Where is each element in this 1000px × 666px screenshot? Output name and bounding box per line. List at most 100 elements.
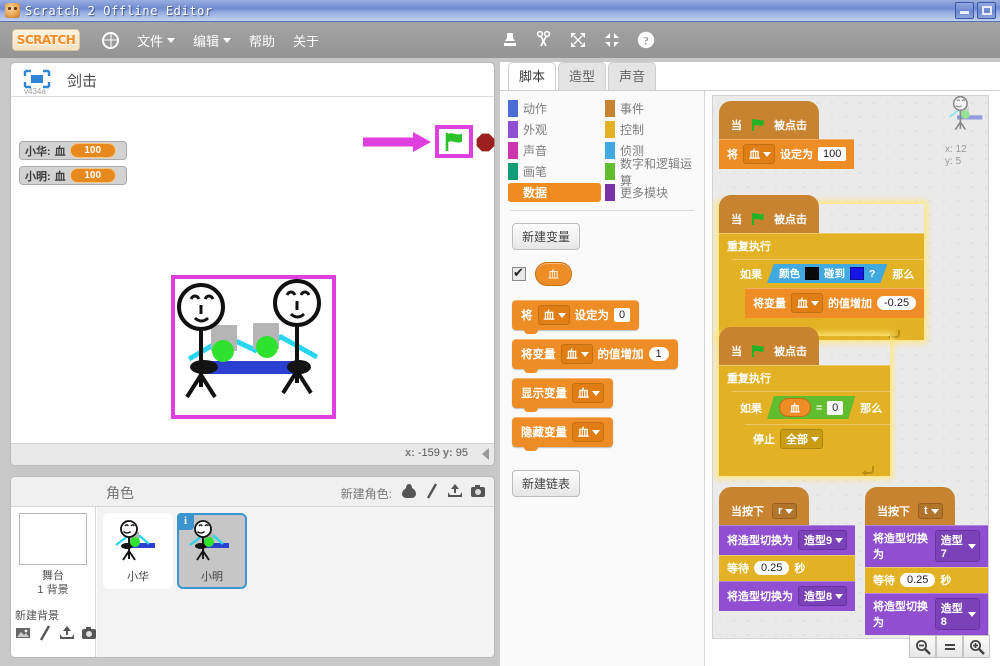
choose-backdrop-icon[interactable]	[15, 625, 31, 641]
camera-sprite-icon[interactable]	[470, 483, 486, 499]
stage-thumbnail[interactable]	[19, 513, 87, 565]
category-motion[interactable]: 动作	[508, 99, 601, 118]
maximize-button[interactable]	[977, 2, 996, 19]
variable-dropdown[interactable]: 血	[572, 422, 604, 442]
green-flag-icon[interactable]	[443, 132, 465, 152]
new-variable-button[interactable]: 新建变量	[512, 223, 581, 250]
forever-block[interactable]: 重复执行 如果 颜色 碰到 ? 那么 将变量 血 的值增加 -0.25	[719, 233, 925, 340]
tab-sounds[interactable]: 声音	[608, 62, 656, 90]
script-game-over[interactable]: 当 被点击 重复执行 如果 血 = 0 那么 停止 全部	[719, 327, 891, 476]
when-flag-clicked-hat[interactable]: 当 被点击	[719, 195, 819, 233]
costume-dropdown[interactable]: 造型9	[798, 530, 848, 550]
value-input[interactable]: 1	[648, 347, 669, 361]
if-block[interactable]: 如果 颜色 碰到 ? 那么 将变量 血 的值增加 -0.25	[732, 259, 925, 329]
value-input[interactable]: 100	[818, 147, 847, 161]
variable-dropdown[interactable]: 血	[743, 144, 775, 164]
value-input[interactable]: 0	[614, 308, 631, 322]
block-show-variable[interactable]: 显示变量 血	[512, 378, 613, 412]
if-block[interactable]: 如果 血 = 0 那么 停止 全部	[732, 391, 891, 465]
color-swatch-a[interactable]	[805, 267, 819, 280]
category-more-blocks[interactable]: 更多模块	[605, 183, 698, 202]
variable-reporter[interactable]: 血	[779, 398, 811, 417]
change-variable-block[interactable]: 将变量 血 的值增加 -0.25	[745, 288, 925, 318]
stop-sign-icon[interactable]	[476, 133, 495, 152]
block-set-variable[interactable]: 将 血 设定为 0	[512, 300, 640, 334]
menu-file[interactable]: 文件	[137, 31, 176, 50]
switch-costume-block[interactable]: 将造型切换为 造型8	[865, 593, 988, 635]
variable-reporter-血[interactable]: 血	[535, 262, 572, 286]
value-input[interactable]: 0.25	[754, 561, 790, 575]
key-dropdown[interactable]: r	[772, 503, 798, 519]
new-list-button[interactable]: 新建链表	[512, 470, 581, 497]
block-change-variable[interactable]: 将变量 血 的值增加 1	[512, 339, 678, 373]
tab-costumes[interactable]: 造型	[558, 62, 606, 90]
globe-icon[interactable]	[102, 31, 119, 49]
menu-help[interactable]: 帮助	[249, 31, 275, 50]
when-flag-clicked-hat[interactable]: 当 被点击	[719, 101, 819, 139]
stamp-icon[interactable]	[500, 30, 520, 50]
category-data[interactable]: 数据	[508, 183, 601, 202]
help-icon[interactable]: ?	[636, 30, 656, 50]
set-variable-block[interactable]: 将 血 设定为 100	[719, 139, 855, 169]
variable-dropdown[interactable]: 血	[537, 305, 570, 325]
zoom-reset-icon[interactable]	[936, 635, 963, 658]
wait-block[interactable]: 等待 0.25 秒	[719, 555, 856, 581]
switch-costume-block[interactable]: 将造型切换为 造型8	[719, 581, 856, 611]
grow-icon[interactable]	[568, 30, 588, 50]
color-touching-color-block[interactable]: 颜色 碰到 ?	[767, 264, 887, 283]
script-color-damage[interactable]: 当 被点击 重复执行 如果 颜色 碰到 ? 那么 将变量 血 的值增加 -0.2…	[719, 195, 925, 340]
script-key-t[interactable]: 当按下 t 将造型切换为 造型7 等待 0.25 秒 将造型切换为 造型8	[865, 487, 988, 635]
upload-backdrop-icon[interactable]	[59, 625, 75, 641]
script-set-health[interactable]: 当 被点击 将 血 设定为 100	[719, 101, 855, 169]
value-input[interactable]: -0.25	[877, 296, 917, 310]
minimize-button[interactable]	[955, 2, 974, 19]
tab-scripts[interactable]: 脚本	[508, 62, 556, 90]
paint-backdrop-icon[interactable]	[37, 625, 53, 641]
category-looks[interactable]: 外观	[508, 120, 601, 139]
script-key-r[interactable]: 当按下 r 将造型切换为 造型9 等待 0.25 秒 将造型切换为 造型8	[719, 487, 856, 611]
category-operators[interactable]: 数字和逻辑运算	[605, 157, 698, 188]
zoom-in-icon[interactable]	[963, 635, 990, 658]
variable-dropdown[interactable]: 血	[791, 293, 823, 313]
category-control[interactable]: 控制	[605, 120, 698, 139]
key-dropdown[interactable]: t	[918, 503, 943, 519]
presentation-mode-icon[interactable]	[23, 69, 51, 89]
scissors-icon[interactable]	[534, 30, 554, 50]
shrink-icon[interactable]	[602, 30, 622, 50]
stop-target-dropdown[interactable]: 全部	[780, 429, 823, 449]
when-key-pressed-hat[interactable]: 当按下 t	[865, 487, 955, 525]
collapse-panel-icon[interactable]	[482, 448, 489, 460]
category-events[interactable]: 事件	[605, 99, 698, 118]
costume-dropdown[interactable]: 造型8	[934, 598, 980, 630]
switch-costume-block[interactable]: 将造型切换为 造型7	[865, 525, 988, 567]
forever-block[interactable]: 重复执行 如果 血 = 0 那么 停止 全部	[719, 365, 891, 476]
camera-backdrop-icon[interactable]	[81, 625, 97, 641]
scripts-canvas[interactable]: 当 被点击 将 血 设定为 100 当 被点击 重复执行 如果 颜色 碰到 ? …	[712, 95, 989, 639]
costume-dropdown[interactable]: 造型7	[934, 530, 980, 562]
sprite-card-xiaoming[interactable]: i 小明	[177, 513, 247, 589]
variable-visibility-checkbox[interactable]	[512, 265, 526, 281]
upload-sprite-icon[interactable]	[447, 483, 463, 499]
variable-dropdown[interactable]: 血	[560, 344, 593, 364]
equals-operator-block[interactable]: 血 = 0	[767, 396, 855, 419]
menu-edit[interactable]: 编辑	[193, 31, 232, 50]
wait-block[interactable]: 等待 0.25 秒	[865, 567, 988, 593]
switch-costume-block[interactable]: 将造型切换为 造型9	[719, 525, 856, 555]
paint-sprite-icon[interactable]	[424, 483, 440, 499]
value-input[interactable]: 0	[827, 401, 843, 415]
when-flag-clicked-hat[interactable]: 当 被点击	[719, 327, 819, 365]
costume-dropdown[interactable]: 造型8	[798, 586, 848, 606]
color-swatch-b[interactable]	[850, 267, 864, 280]
zoom-out-icon[interactable]	[909, 635, 936, 658]
stop-block[interactable]: 停止 全部	[745, 424, 891, 454]
when-key-pressed-hat[interactable]: 当按下 r	[719, 487, 810, 525]
category-pen[interactable]: 画笔	[508, 162, 601, 181]
choose-sprite-icon[interactable]	[401, 483, 417, 499]
value-input[interactable]: 0.25	[900, 573, 936, 587]
block-hide-variable[interactable]: 隐藏变量 血	[512, 417, 613, 451]
variable-dropdown[interactable]: 血	[572, 383, 604, 403]
watcher-xiaohua[interactable]: 小华: 血 100	[19, 141, 127, 160]
menu-about[interactable]: 关于	[293, 31, 319, 50]
watcher-xiaoming[interactable]: 小明: 血 100	[19, 166, 127, 185]
sprite-card-xiaohua[interactable]: 小华	[103, 513, 173, 589]
